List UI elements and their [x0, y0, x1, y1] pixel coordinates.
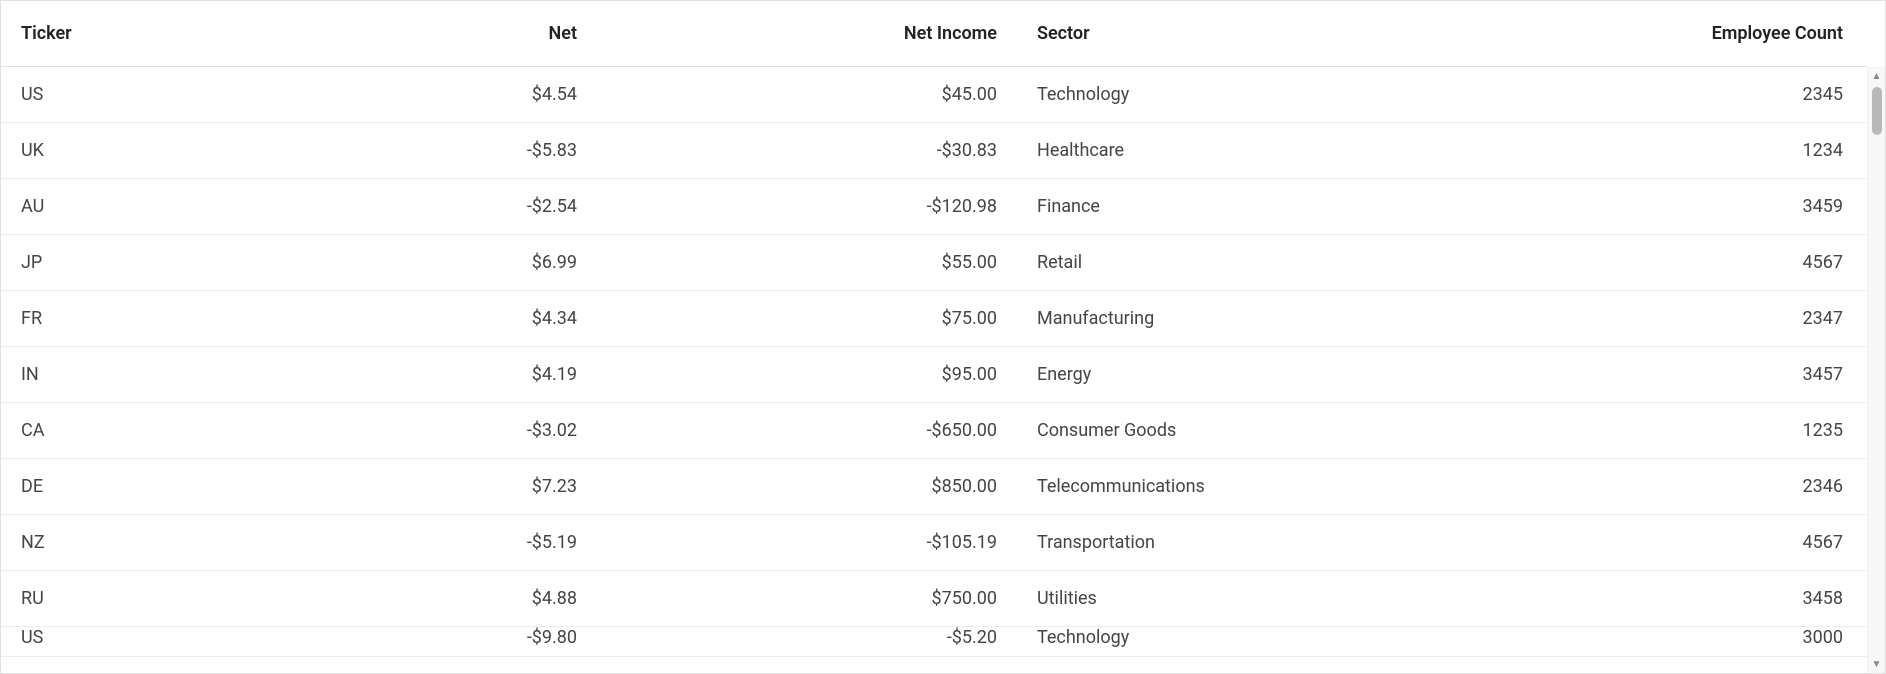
cell-sector: Technology [1017, 84, 1507, 105]
data-grid: Ticker Net Net Income Sector Employee Co… [0, 0, 1886, 674]
scroll-down-arrow-icon[interactable]: ▼ [1868, 655, 1886, 673]
table-row[interactable]: NZ -$5.19 -$105.19 Transportation 4567 [1, 515, 1867, 571]
cell-net-income: -$120.98 [597, 196, 1017, 217]
cell-net: -$5.19 [261, 532, 597, 553]
scroll-up-arrow-icon[interactable]: ▲ [1868, 67, 1886, 85]
cell-net: -$5.83 [261, 140, 597, 161]
cell-sector: Technology [1017, 627, 1507, 657]
cell-sector: Energy [1017, 364, 1507, 385]
cell-sector: Consumer Goods [1017, 420, 1507, 441]
cell-employee-count: 1235 [1507, 420, 1867, 441]
cell-employee-count: 4567 [1507, 252, 1867, 273]
cell-net-income: -$5.20 [597, 627, 1017, 657]
cell-ticker: AU [1, 196, 261, 217]
cell-sector: Utilities [1017, 588, 1507, 609]
vertical-scrollbar[interactable]: ▲ ▼ [1867, 67, 1885, 673]
cell-employee-count: 3459 [1507, 196, 1867, 217]
cell-net-income: $95.00 [597, 364, 1017, 385]
cell-net: $4.19 [261, 364, 597, 385]
cell-net: $6.99 [261, 252, 597, 273]
cell-sector: Healthcare [1017, 140, 1507, 161]
cell-employee-count: 4567 [1507, 532, 1867, 553]
cell-employee-count: 2345 [1507, 84, 1867, 105]
cell-sector: Finance [1017, 196, 1507, 217]
cell-sector: Telecommunications [1017, 476, 1507, 497]
cell-employee-count: 2346 [1507, 476, 1867, 497]
cell-net-income: -$30.83 [597, 140, 1017, 161]
cell-ticker: IN [1, 364, 261, 385]
cell-ticker: JP [1, 252, 261, 273]
cell-net: $4.54 [261, 84, 597, 105]
header-row: Ticker Net Net Income Sector Employee Co… [1, 1, 1867, 67]
cell-employee-count: 3000 [1507, 627, 1867, 657]
cell-ticker: FR [1, 308, 261, 329]
grid-body: US $4.54 $45.00 Technology 2345 UK -$5.8… [1, 67, 1867, 673]
cell-net: -$9.80 [261, 627, 597, 657]
table-row[interactable]: AU -$2.54 -$120.98 Finance 3459 [1, 179, 1867, 235]
cell-net-income: -$105.19 [597, 532, 1017, 553]
table-row[interactable]: FR $4.34 $75.00 Manufacturing 2347 [1, 291, 1867, 347]
cell-employee-count: 1234 [1507, 140, 1867, 161]
cell-net-income: $75.00 [597, 308, 1017, 329]
cell-net-income: $55.00 [597, 252, 1017, 273]
table-row[interactable]: JP $6.99 $55.00 Retail 4567 [1, 235, 1867, 291]
header-net-income[interactable]: Net Income [597, 23, 1017, 44]
cell-net-income: $45.00 [597, 84, 1017, 105]
cell-employee-count: 3457 [1507, 364, 1867, 385]
header-ticker[interactable]: Ticker [1, 23, 261, 44]
cell-ticker: CA [1, 420, 261, 441]
table-row[interactable]: CA -$3.02 -$650.00 Consumer Goods 1235 [1, 403, 1867, 459]
cell-ticker: DE [1, 476, 261, 497]
cell-sector: Manufacturing [1017, 308, 1507, 329]
scrollbar-thumb[interactable] [1872, 87, 1882, 135]
cell-sector: Transportation [1017, 532, 1507, 553]
table-row[interactable]: RU $4.88 $750.00 Utilities 3458 [1, 571, 1867, 627]
cell-net: $4.34 [261, 308, 597, 329]
cell-ticker: NZ [1, 532, 261, 553]
cell-net-income: $850.00 [597, 476, 1017, 497]
header-sector[interactable]: Sector [1017, 23, 1507, 44]
scrollbar-track-inner[interactable] [1868, 85, 1885, 655]
cell-employee-count: 3458 [1507, 588, 1867, 609]
cell-net: $7.23 [261, 476, 597, 497]
table-row[interactable]: US -$9.80 -$5.20 Technology 3000 [1, 627, 1867, 657]
header-net[interactable]: Net [261, 23, 597, 44]
cell-net: -$2.54 [261, 196, 597, 217]
table-row[interactable]: DE $7.23 $850.00 Telecommunications 2346 [1, 459, 1867, 515]
cell-net-income: $750.00 [597, 588, 1017, 609]
header-employee-count[interactable]: Employee Count [1507, 23, 1867, 44]
cell-net: $4.88 [261, 588, 597, 609]
cell-ticker: RU [1, 588, 261, 609]
cell-net-income: -$650.00 [597, 420, 1017, 441]
cell-ticker: US [1, 627, 261, 657]
cell-ticker: UK [1, 140, 261, 161]
cell-ticker: US [1, 84, 261, 105]
cell-net: -$3.02 [261, 420, 597, 441]
cell-employee-count: 2347 [1507, 308, 1867, 329]
table-row[interactable]: UK -$5.83 -$30.83 Healthcare 1234 [1, 123, 1867, 179]
cell-sector: Retail [1017, 252, 1507, 273]
table-row[interactable]: IN $4.19 $95.00 Energy 3457 [1, 347, 1867, 403]
table-row[interactable]: US $4.54 $45.00 Technology 2345 [1, 67, 1867, 123]
